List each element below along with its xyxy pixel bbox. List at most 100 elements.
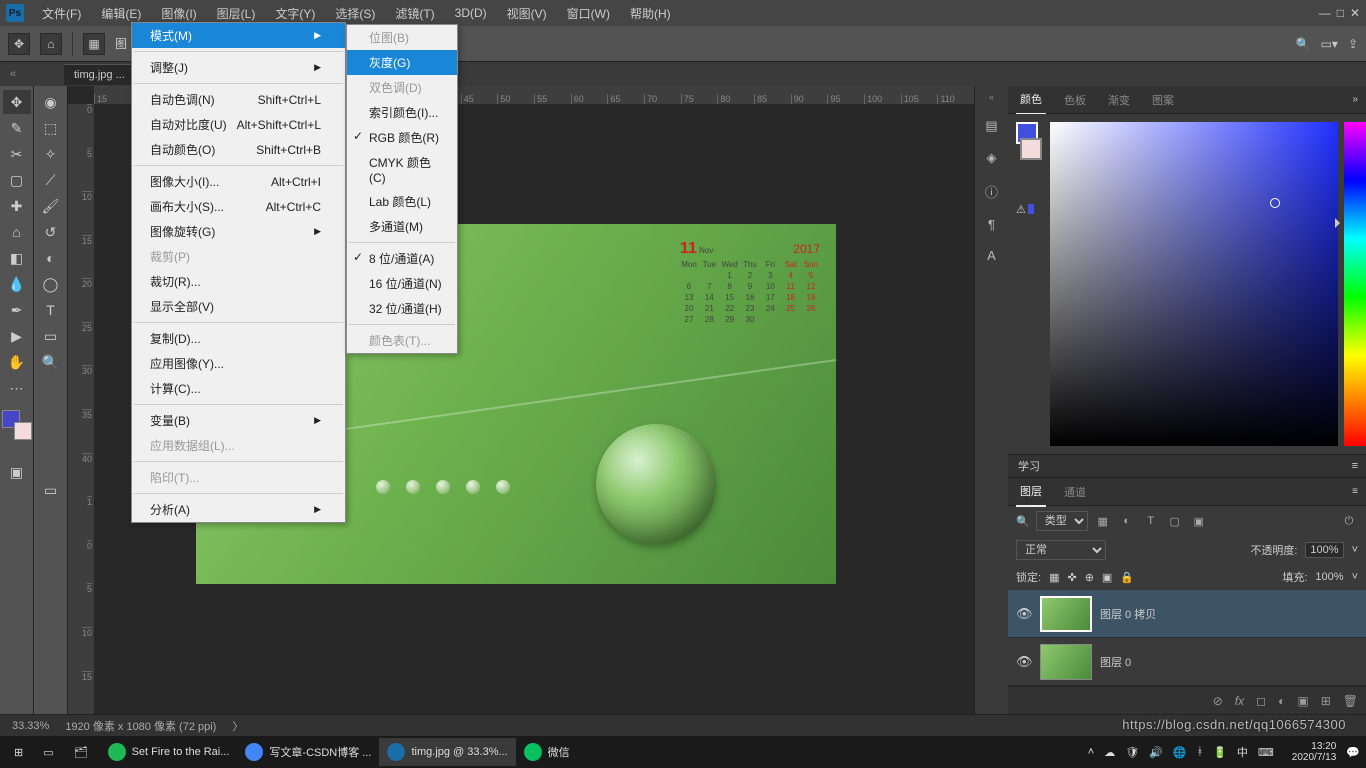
tab-layers[interactable]: 图层 [1016,477,1046,507]
submenu-item[interactable]: CMYK 颜色(C) [347,150,457,189]
submenu-item[interactable]: 多通道(M) [347,214,457,239]
tray-network-icon[interactable]: 🌐 [1173,746,1187,759]
menu-item[interactable]: 变量(B)▶ [132,408,345,433]
submenu-item[interactable]: 32 位/通道(H) [347,296,457,321]
menu-item[interactable]: 复制(D)... [132,326,345,351]
color-warning-icon[interactable]: ⚠ [1016,200,1034,218]
file-explorer-icon[interactable]: 🗂 [66,738,96,766]
type-tool[interactable]: T [37,298,65,322]
tray-up-icon[interactable]: ˄ [1088,746,1094,758]
lasso-tool[interactable]: ◉ [37,90,65,114]
menu-item[interactable]: 显示全部(V) [132,294,345,319]
layer-name[interactable]: 图层 0 [1100,654,1131,670]
fill-value[interactable]: 100% [1315,571,1343,583]
taskbar-app[interactable]: 微信 [516,738,578,766]
menu-window[interactable]: 窗口(W) [557,1,620,26]
submenu-item[interactable]: 索引颜色(I)... [347,100,457,125]
blend-mode-select[interactable]: 正常 [1016,540,1106,560]
submenu-item[interactable]: ✓RGB 颜色(R) [347,125,457,150]
new-layer-icon[interactable]: ⊞ [1321,694,1331,708]
tab-gradients[interactable]: 渐变 [1104,86,1134,114]
filter-shape-icon[interactable]: ▢ [1166,512,1184,530]
menu-file[interactable]: 文件(F) [32,1,91,26]
adjustment-layer-icon[interactable]: ◐ [1278,694,1285,708]
quickmask-tool[interactable]: ▣ [3,460,31,484]
filter-adjust-icon[interactable]: ◐ [1118,512,1136,530]
hue-slider[interactable] [1344,122,1366,446]
brush-tool[interactable]: 🖌 [37,194,65,218]
submenu-item[interactable]: 16 位/通道(N) [347,271,457,296]
taskbar-app[interactable]: 写文章-CSDN博客 ... [237,738,379,766]
menu-3d[interactable]: 3D(D) [445,2,497,24]
marquee-tool[interactable]: ⬚ [37,116,65,140]
layer-thumbnail[interactable] [1040,644,1092,680]
layer-visibility-icon[interactable]: 👁 [1016,606,1032,622]
submenu-item[interactable]: ✓8 位/通道(A) [347,246,457,271]
filter-pixel-icon[interactable]: ▦ [1094,512,1112,530]
doc-info[interactable]: 1920 像素 x 1080 像素 (72 ppi) [65,718,216,734]
more-tools[interactable]: ⋯ [3,376,31,400]
layer-name[interactable]: 图层 0 拷贝 [1100,606,1156,622]
tab-channels[interactable]: 通道 [1060,478,1090,506]
share-icon[interactable]: ⇪ [1348,37,1358,51]
color-field[interactable] [1050,122,1338,446]
layer-visibility-icon[interactable]: 👁 [1016,654,1032,670]
tray-battery-icon[interactable]: 🔋 [1213,746,1227,759]
move-tool[interactable]: ✥ [3,90,31,114]
crop-tool[interactable]: ✂ [3,142,31,166]
filter-type-icon[interactable]: T [1142,512,1160,530]
menu-item[interactable]: 裁切(R)... [132,269,345,294]
layer-row[interactable]: 👁 图层 0 [1008,638,1366,686]
filter-smart-icon[interactable]: ▣ [1190,512,1208,530]
window-minimize-icon[interactable]: — [1319,6,1331,20]
zoom-tool[interactable]: 🔍 [37,350,65,374]
menu-item[interactable]: 画布大小(S)...Alt+Ctrl+C [132,194,345,219]
menu-item[interactable]: 调整(J)▶ [132,55,345,80]
lock-position-icon[interactable]: ✜ [1067,571,1076,584]
tray-keyboard-icon[interactable]: ⌨ [1258,746,1274,759]
shape-tool[interactable]: ▭ [37,324,65,348]
menu-item[interactable]: 图像大小(I)...Alt+Ctrl+I [132,169,345,194]
menu-item[interactable]: 分析(A)▶ [132,497,345,522]
tray-security-icon[interactable]: 🛡 [1125,746,1139,759]
gradient-tool[interactable]: ◐ [37,246,65,270]
move-tool-icon[interactable]: ✥ [8,33,30,55]
history-panel-icon[interactable]: ▤ [985,118,997,134]
submenu-item[interactable]: Lab 颜色(L) [347,189,457,214]
magic-wand-tool[interactable]: ✧ [37,142,65,166]
menu-item[interactable]: 自动颜色(O)Shift+Ctrl+B [132,137,345,162]
properties-panel-icon[interactable]: ◈ [987,150,997,166]
paragraph-panel-icon[interactable]: ¶ [988,217,995,232]
layer-style-icon[interactable]: fx [1235,694,1244,708]
blur-tool[interactable]: 💧 [3,272,31,296]
tab-patterns[interactable]: 图案 [1148,86,1178,114]
taskbar-clock[interactable]: 13:20 2020/7/13 [1292,741,1337,763]
submenu-item[interactable]: 灰度(G) [347,50,457,75]
menu-item[interactable]: 模式(M)▶ [132,23,345,48]
clone-stamp-tool[interactable]: ⌂ [3,220,31,244]
color-picker-cursor[interactable] [1270,198,1280,208]
tray-ime-icon[interactable]: 中 [1237,744,1248,760]
panel-collapse-icon[interactable]: » [1352,94,1358,105]
menu-filter[interactable]: 滤镜(T) [385,1,444,26]
window-close-icon[interactable]: ✕ [1350,6,1360,20]
tab-swatches[interactable]: 色板 [1060,86,1090,114]
path-select-tool[interactable]: ▶ [3,324,31,348]
menu-item[interactable]: 计算(C)... [132,376,345,401]
lock-artboard-icon[interactable]: ⊕ [1085,571,1094,584]
dodge-tool[interactable]: ◯ [37,272,65,296]
tray-bluetooth-icon[interactable]: ᚼ [1197,746,1204,758]
search-icon[interactable]: 🔍 [1296,37,1311,51]
menu-item[interactable]: 自动色调(N)Shift+Ctrl+L [132,87,345,112]
panel-menu-icon[interactable]: ≡ [1352,486,1358,497]
layer-row[interactable]: 👁 图层 0 拷贝 [1008,590,1366,638]
tray-volume-icon[interactable]: 🔊 [1149,746,1163,759]
menu-item[interactable]: 图像旋转(G)▶ [132,219,345,244]
window-maximize-icon[interactable]: □ [1337,6,1344,20]
opacity-value[interactable]: 100% [1305,542,1343,558]
layer-thumbnail-icon[interactable]: ▦ [83,33,105,55]
eyedropper-tool[interactable]: ✎ [3,116,31,140]
filter-toggle-icon[interactable]: ⏻ [1340,512,1358,530]
layer-mask-icon[interactable]: ◻ [1256,694,1266,708]
lock-all-icon[interactable]: 🔒 [1120,571,1134,584]
